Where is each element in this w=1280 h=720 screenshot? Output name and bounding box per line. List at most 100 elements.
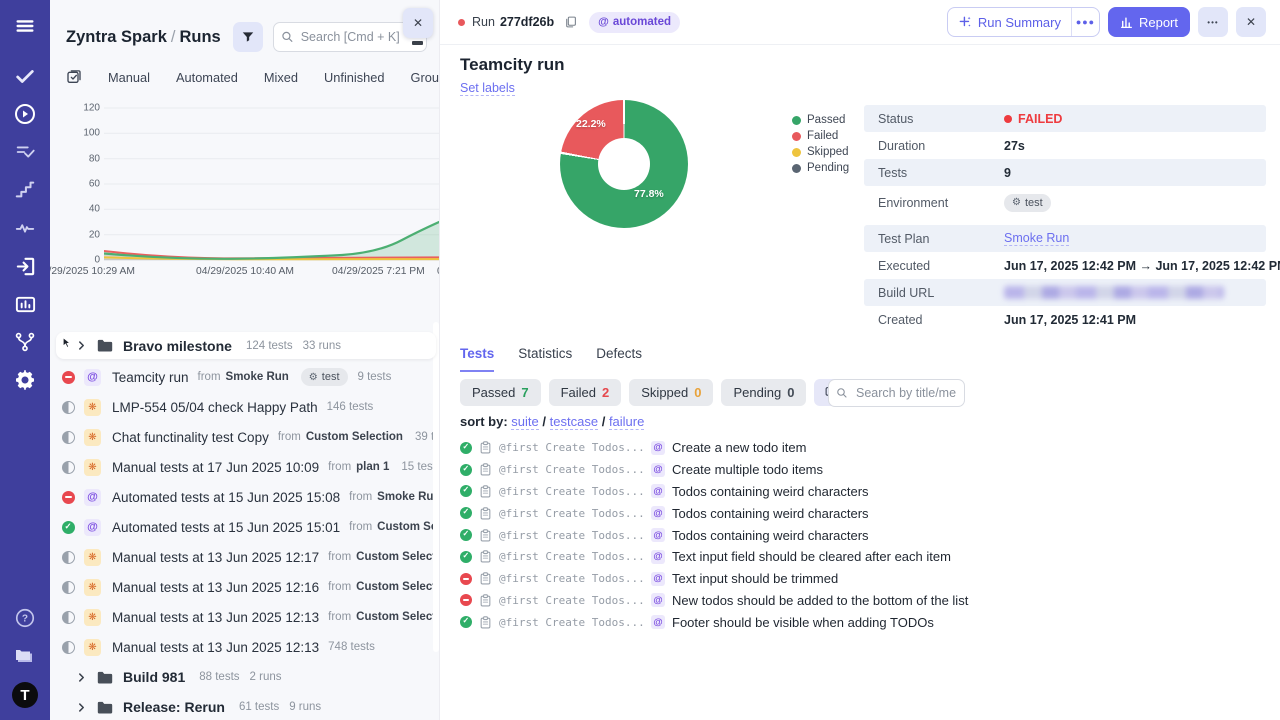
panel-close-button[interactable] [403, 8, 433, 38]
run-summary-button[interactable]: Run Summary [948, 8, 1071, 36]
test-row[interactable]: @first Create Todos... Create a new todo… [460, 437, 968, 459]
runs-play-icon[interactable] [13, 102, 37, 126]
filter-skipped-chip[interactable]: Skipped 0 [629, 379, 714, 406]
filter-failed-chip[interactable]: Failed 2 [548, 379, 622, 406]
test-row[interactable]: @first Create Todos... New todos should … [460, 590, 968, 612]
test-plans-icon[interactable] [13, 140, 37, 164]
sort-suite-link[interactable]: suite [511, 414, 539, 430]
group-row-build-981[interactable]: Build 981 88 tests 2 runs [50, 662, 439, 692]
test-row[interactable]: @first Create Todos... Footer should be … [460, 611, 968, 633]
legend-item-passed[interactable]: Passed [792, 112, 849, 128]
analytics-pulse-icon[interactable] [13, 216, 37, 240]
sort-testcase-link[interactable]: testcase [549, 414, 599, 430]
group-row-bravo-milestone[interactable]: Bravo milestone 124 tests 33 runs [56, 332, 436, 359]
test-row[interactable]: @first Create Todos... Text input field … [460, 546, 968, 568]
clipboard-icon [480, 594, 491, 607]
more-actions-button[interactable] [1198, 7, 1228, 37]
select-all-icon[interactable] [66, 69, 82, 85]
automated-icon [651, 528, 665, 543]
donut-legend: Passed Failed Skipped Pending [792, 112, 849, 176]
run-row[interactable]: LMP-554 05/04 check Happy Path 146 tests [50, 392, 439, 422]
test-suite: @first Create Todos... [499, 572, 645, 586]
passed-status-icon [460, 550, 472, 563]
copy-run-id-button[interactable] [562, 13, 579, 31]
set-labels-link[interactable]: Set labels [460, 81, 515, 96]
sort-by-row: sort by: suite / testcase / failure [460, 414, 645, 430]
run-row[interactable]: Automated tests at 15 Jun 2025 15:08 fro… [50, 482, 439, 512]
test-row[interactable]: @first Create Todos... Create multiple t… [460, 459, 968, 481]
scrollbar-track[interactable] [433, 322, 439, 652]
run-summary-more-button[interactable]: ●●● [1070, 8, 1099, 36]
tab-defects[interactable]: Defects [596, 346, 642, 372]
menu-icon[interactable] [13, 14, 37, 38]
clipboard-icon [480, 507, 491, 520]
import-signin-icon[interactable] [13, 254, 37, 278]
run-source: Custom Selection [356, 551, 439, 563]
run-row[interactable]: Manual tests at 13 Jun 2025 12:16 from C… [50, 572, 439, 602]
run-row[interactable]: Manual tests at 17 Jun 2025 10:09 from p… [50, 452, 439, 482]
branches-icon[interactable] [13, 330, 37, 354]
test-title: Text input field should be cleared after… [672, 549, 951, 565]
test-row[interactable]: @first Create Todos... Text input should… [460, 568, 968, 590]
run-row[interactable]: Teamcity run from Smoke Run test 9 tests [50, 362, 439, 392]
tests-list: @first Create Todos... Create a new todo… [460, 437, 968, 633]
run-label: Run [472, 15, 495, 29]
chevron-right-icon[interactable] [76, 702, 87, 713]
automated-badge[interactable]: @ automated [589, 11, 681, 33]
svg-text:?: ? [22, 614, 28, 625]
projects-folders-icon[interactable] [13, 644, 37, 668]
run-row[interactable]: Automated tests at 15 Jun 2025 15:01 fro… [50, 512, 439, 542]
status-filter-chips: Passed7 Failed2 Skipped0 Pending0 2 [460, 379, 862, 406]
tab-manual[interactable]: Manual [108, 70, 150, 85]
passed-status-icon [460, 616, 472, 629]
tab-tests[interactable]: Tests [460, 346, 495, 372]
info-row-duration: Duration 27s [878, 138, 1025, 153]
report-button[interactable]: Report [1107, 7, 1190, 37]
run-row[interactable]: Manual tests at 13 Jun 2025 12:17 from C… [50, 542, 439, 572]
passed-status-icon [460, 485, 472, 498]
chevron-right-icon[interactable] [76, 340, 87, 351]
env-chip: test [1004, 193, 1051, 212]
legend-item-failed[interactable]: Failed [792, 128, 849, 144]
tab-mixed[interactable]: Mixed [264, 70, 298, 85]
settings-gear-icon[interactable] [13, 368, 37, 392]
clipboard-icon [480, 441, 491, 454]
tests-search-input[interactable] [828, 379, 965, 407]
close-run-button[interactable] [1236, 7, 1266, 37]
legend-item-skipped[interactable]: Skipped [792, 144, 849, 160]
run-row[interactable]: Manual tests at 13 Jun 2025 12:13 748 te… [50, 632, 439, 662]
test-row[interactable]: @first Create Todos... Todos containing … [460, 481, 968, 503]
chevron-right-icon[interactable] [76, 672, 87, 683]
tab-automated[interactable]: Automated [176, 70, 238, 85]
help-icon[interactable]: ? [13, 606, 37, 630]
run-name: Chat functinality test Copy [112, 429, 269, 445]
legend-item-pending[interactable]: Pending [792, 160, 849, 176]
tab-statistics[interactable]: Statistics [518, 346, 572, 372]
test-row[interactable]: @first Create Todos... Todos containing … [460, 502, 968, 524]
run-row[interactable]: Manual tests at 13 Jun 2025 12:13 from C… [50, 602, 439, 632]
tab-unfinished[interactable]: Unfinished [324, 70, 384, 85]
y-tick: 60 [88, 178, 100, 190]
automated-icon [651, 506, 665, 521]
manual-run-icon [84, 398, 101, 416]
test-title: Create a new todo item [672, 440, 807, 456]
test-row[interactable]: @first Create Todos... Todos containing … [460, 524, 968, 546]
test-plan-link[interactable]: Smoke Run [1004, 231, 1070, 246]
milestones-steps-icon[interactable] [13, 178, 37, 202]
reports-bar-chart-icon[interactable] [13, 292, 37, 316]
env-chip: test [300, 368, 348, 386]
passed-percent-label: 77.8% [634, 188, 664, 200]
tab-groups[interactable]: Groups [411, 70, 440, 85]
logo-t[interactable]: T [12, 682, 38, 708]
group-runs-count: 33 runs [302, 339, 341, 352]
tasks-check-icon[interactable] [13, 64, 37, 88]
sidebar: ? T [0, 0, 50, 720]
filter-button[interactable] [232, 22, 263, 52]
run-row[interactable]: Chat functinality test Copy from Custom … [50, 422, 439, 452]
test-suite: @first Create Todos... [499, 484, 645, 498]
run-id: 277df26b [499, 15, 555, 29]
sort-failure-link[interactable]: failure [608, 414, 645, 430]
filter-pending-chip[interactable]: Pending 0 [721, 379, 807, 406]
filter-passed-chip[interactable]: Passed 7 [460, 379, 541, 406]
group-row-release-rerun[interactable]: Release: Rerun 61 tests 9 runs [50, 692, 439, 720]
